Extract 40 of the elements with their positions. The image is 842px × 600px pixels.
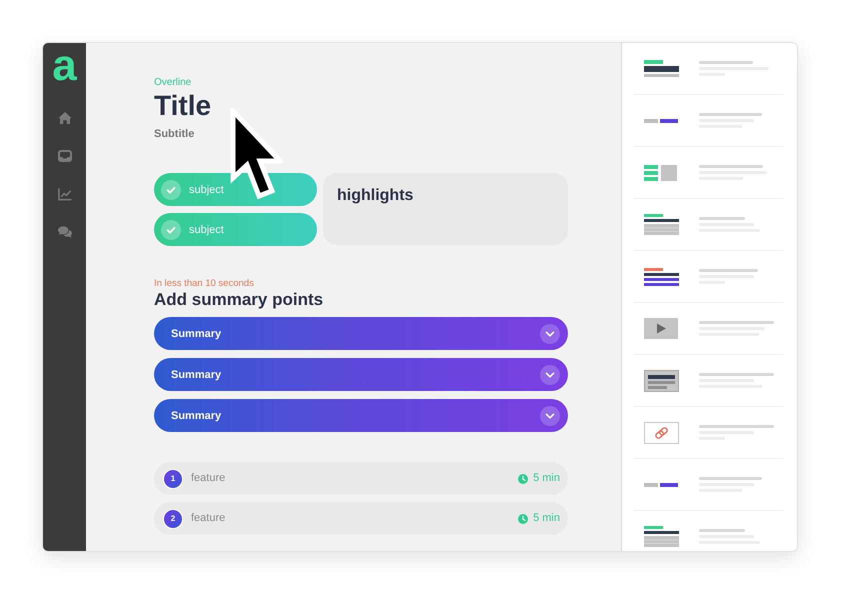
step-badge: 1 (163, 468, 183, 488)
section-heading: Add summary points (154, 290, 324, 310)
text-block-icon (644, 526, 679, 547)
chart-icon[interactable] (58, 187, 72, 201)
button-pair-icon (644, 118, 678, 122)
chat-icon[interactable] (58, 225, 72, 239)
button-pair-icon (644, 482, 678, 486)
card-thumbnail-icon (644, 370, 679, 392)
placeholder-line (699, 165, 763, 168)
summary-button[interactable]: Summary (154, 358, 568, 391)
placeholder-line (699, 113, 762, 116)
feature-label: feature (191, 512, 226, 525)
placeholder-line (699, 217, 745, 220)
overline-label: Overline (154, 77, 192, 89)
cursor-icon (230, 108, 283, 200)
feature-label: feature (191, 472, 226, 485)
text-block-icon (644, 214, 679, 235)
hint-text: In less than 10 seconds (154, 278, 254, 290)
placeholder-line (699, 269, 758, 272)
alert-block-icon (644, 268, 679, 286)
placeholder-line (699, 61, 753, 64)
video-thumbnail-icon (644, 318, 678, 339)
logo[interactable]: a (52, 47, 77, 85)
home-icon[interactable] (58, 111, 72, 125)
duration-label: 5 min (533, 512, 560, 525)
highlights-title: highlights (337, 187, 414, 205)
summary-button[interactable]: Summary (154, 317, 568, 350)
placeholder-line (699, 477, 762, 480)
summary-button[interactable]: Summary (154, 399, 568, 432)
text-block-icon (644, 60, 679, 77)
inbox-icon[interactable] (58, 149, 72, 163)
link-icon (644, 422, 679, 444)
duration-label: 5 min (533, 472, 560, 485)
clock-icon (518, 514, 528, 524)
placeholder-line (699, 529, 745, 532)
step-badge: 2 (163, 508, 183, 528)
page-title: Title (154, 91, 212, 121)
list-image-icon (644, 164, 678, 180)
page-subtitle: Subtitle (154, 128, 194, 141)
clock-icon (518, 474, 528, 484)
